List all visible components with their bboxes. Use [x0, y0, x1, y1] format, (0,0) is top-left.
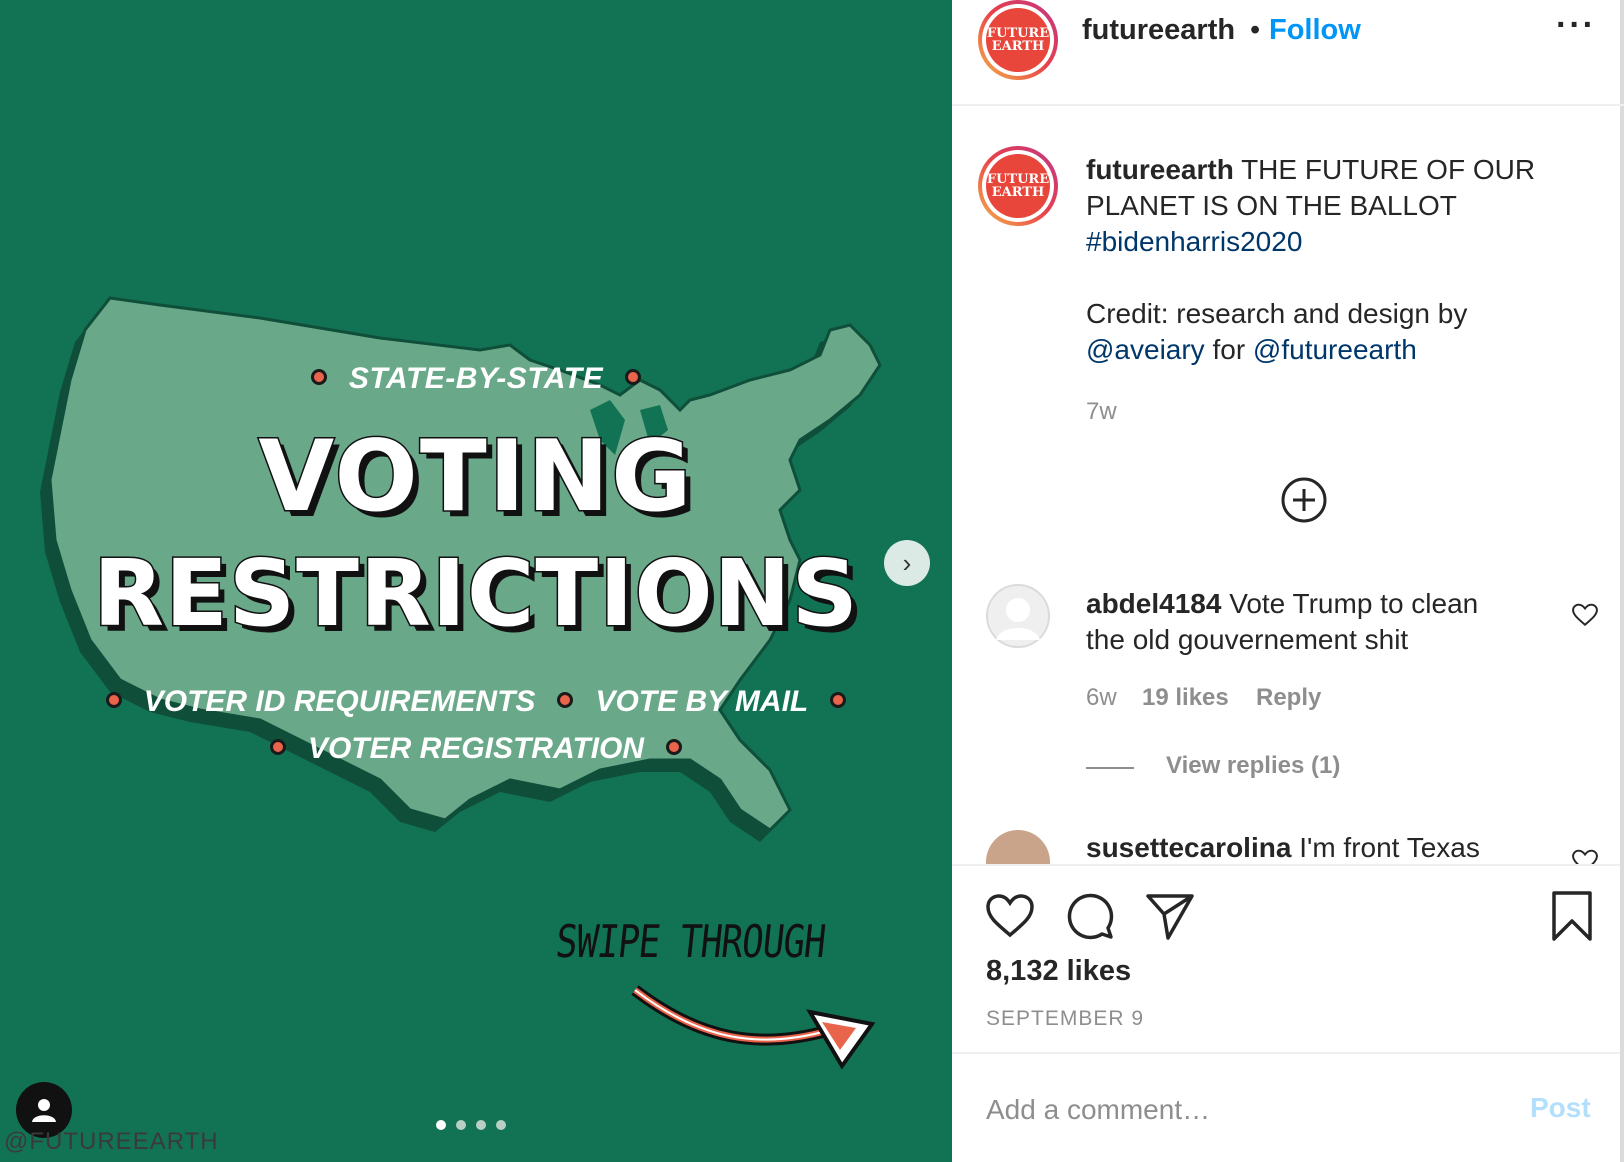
view-replies-line: [1086, 767, 1134, 769]
bullet-dot: [269, 739, 286, 756]
comment-heart-icon[interactable]: [1572, 848, 1598, 864]
carousel-dot-active: [436, 1120, 446, 1130]
caption-mentions: @aveiary for @futureearth: [1086, 334, 1417, 365]
header-avatar[interactable]: FUTURE EARTH: [978, 0, 1058, 80]
comment-username[interactable]: susettecarolina: [1086, 832, 1291, 863]
comment-username[interactable]: abdel4184: [1086, 588, 1221, 619]
post-sidebar: FUTURE EARTH futureearth • Follow ··· FUT…: [952, 0, 1624, 1162]
swipe-through-label: SWIPE THROUGH: [553, 916, 828, 969]
comment-likes[interactable]: 19 likes: [1142, 684, 1229, 712]
post-comment-button[interactable]: Post: [1530, 1092, 1591, 1124]
caption-username[interactable]: futureearth: [1086, 154, 1234, 185]
header-username[interactable]: futureearth: [1082, 14, 1235, 47]
comment-input[interactable]: [986, 1090, 1526, 1130]
more-icon: ···: [1556, 6, 1596, 44]
mention-aveiary[interactable]: @aveiary: [1086, 334, 1205, 365]
mention-futureearth[interactable]: @futureearth: [1253, 334, 1417, 365]
caption-timestamp[interactable]: 7w: [1086, 398, 1117, 426]
default-avatar-icon: [986, 584, 1050, 648]
image-title-line1: VOTING: [257, 419, 694, 536]
sidebar-edge: [1620, 0, 1624, 1162]
comment-text: susettecarolina I'm front Texas: [1086, 832, 1480, 863]
comment-divider: [952, 1052, 1620, 1054]
image-watermark: @FUTUREEARTH: [4, 1128, 219, 1155]
comment-reply-button[interactable]: Reply: [1256, 684, 1321, 712]
future-earth-logo: FUTURE EARTH: [986, 154, 1050, 218]
caption-line: futureearth THE FUTURE OF OUR: [1086, 154, 1536, 185]
comment-icon[interactable]: [1064, 890, 1116, 942]
carousel-dot: [476, 1120, 486, 1130]
post-media[interactable]: STATE-BY-STATE VOTING RESTRICTIONS VOTER…: [0, 0, 952, 1162]
plus-circle-icon[interactable]: [1280, 476, 1328, 524]
post-likes-count[interactable]: 8,132 likes: [986, 955, 1131, 988]
commenter-avatar[interactable]: [986, 584, 1050, 648]
bullet-dot: [105, 692, 122, 709]
topic-voter-id: VOTER ID REQUIREMENTS: [143, 685, 536, 718]
comment-timestamp[interactable]: 6w: [1086, 684, 1117, 712]
caption-credit: Credit: research and design by: [1086, 298, 1468, 329]
comment-text-line: the old gouvernement shit: [1086, 624, 1409, 655]
comment-text: abdel4184 Vote Trump to clean: [1086, 588, 1479, 619]
topic-voter-registration: VOTER REGISTRATION: [307, 732, 645, 765]
carousel-dot: [496, 1120, 506, 1130]
share-icon[interactable]: [1144, 890, 1196, 942]
carousel-next-button[interactable]: ›: [884, 540, 930, 586]
commenter-avatar[interactable]: [986, 830, 1050, 864]
bullet-dot: [666, 739, 683, 756]
image-subtitle: STATE-BY-STATE: [0, 362, 952, 396]
more-options-button[interactable]: ···: [1556, 6, 1596, 45]
chevron-right-icon: ›: [902, 547, 912, 578]
carousel-dot: [456, 1120, 466, 1130]
bullet-dot: [830, 692, 847, 709]
hashtag-link[interactable]: #bidenharris2020: [1086, 226, 1302, 257]
caption-line: PLANET IS ON THE BALLOT: [1086, 190, 1457, 221]
comment-partial: susettecarolina I'm front Texas: [952, 800, 1620, 864]
image-topics-row1: VOTER ID REQUIREMENTS VOTE BY MAIL: [0, 685, 952, 719]
image-title-line2: RESTRICTIONS: [92, 539, 860, 649]
bookmark-icon[interactable]: [1546, 890, 1598, 942]
header-divider: [952, 104, 1624, 106]
bullet-dot: [625, 369, 642, 386]
bullet-dot: [557, 692, 574, 709]
header-separator: •: [1250, 14, 1261, 46]
actions-divider: [952, 864, 1620, 866]
carousel-indicator: [436, 1120, 506, 1130]
topic-vote-by-mail: VOTE BY MAIL: [595, 685, 809, 718]
image-topics-row2: VOTER REGISTRATION: [0, 732, 952, 766]
future-earth-logo: FUTURE EARTH: [986, 8, 1050, 72]
caption-avatar[interactable]: FUTURE EARTH: [978, 146, 1058, 226]
bullet-dot: [310, 369, 327, 386]
heart-icon[interactable]: [984, 890, 1036, 942]
comment-heart-icon[interactable]: [1572, 602, 1598, 628]
caption-hashtag-line: #bidenharris2020: [1086, 224, 1302, 260]
user-tag-icon: [32, 1099, 56, 1122]
view-replies-button[interactable]: View replies (1): [1166, 752, 1340, 780]
follow-button[interactable]: Follow: [1269, 14, 1361, 47]
post-date[interactable]: SEPTEMBER 9: [986, 1007, 1144, 1031]
